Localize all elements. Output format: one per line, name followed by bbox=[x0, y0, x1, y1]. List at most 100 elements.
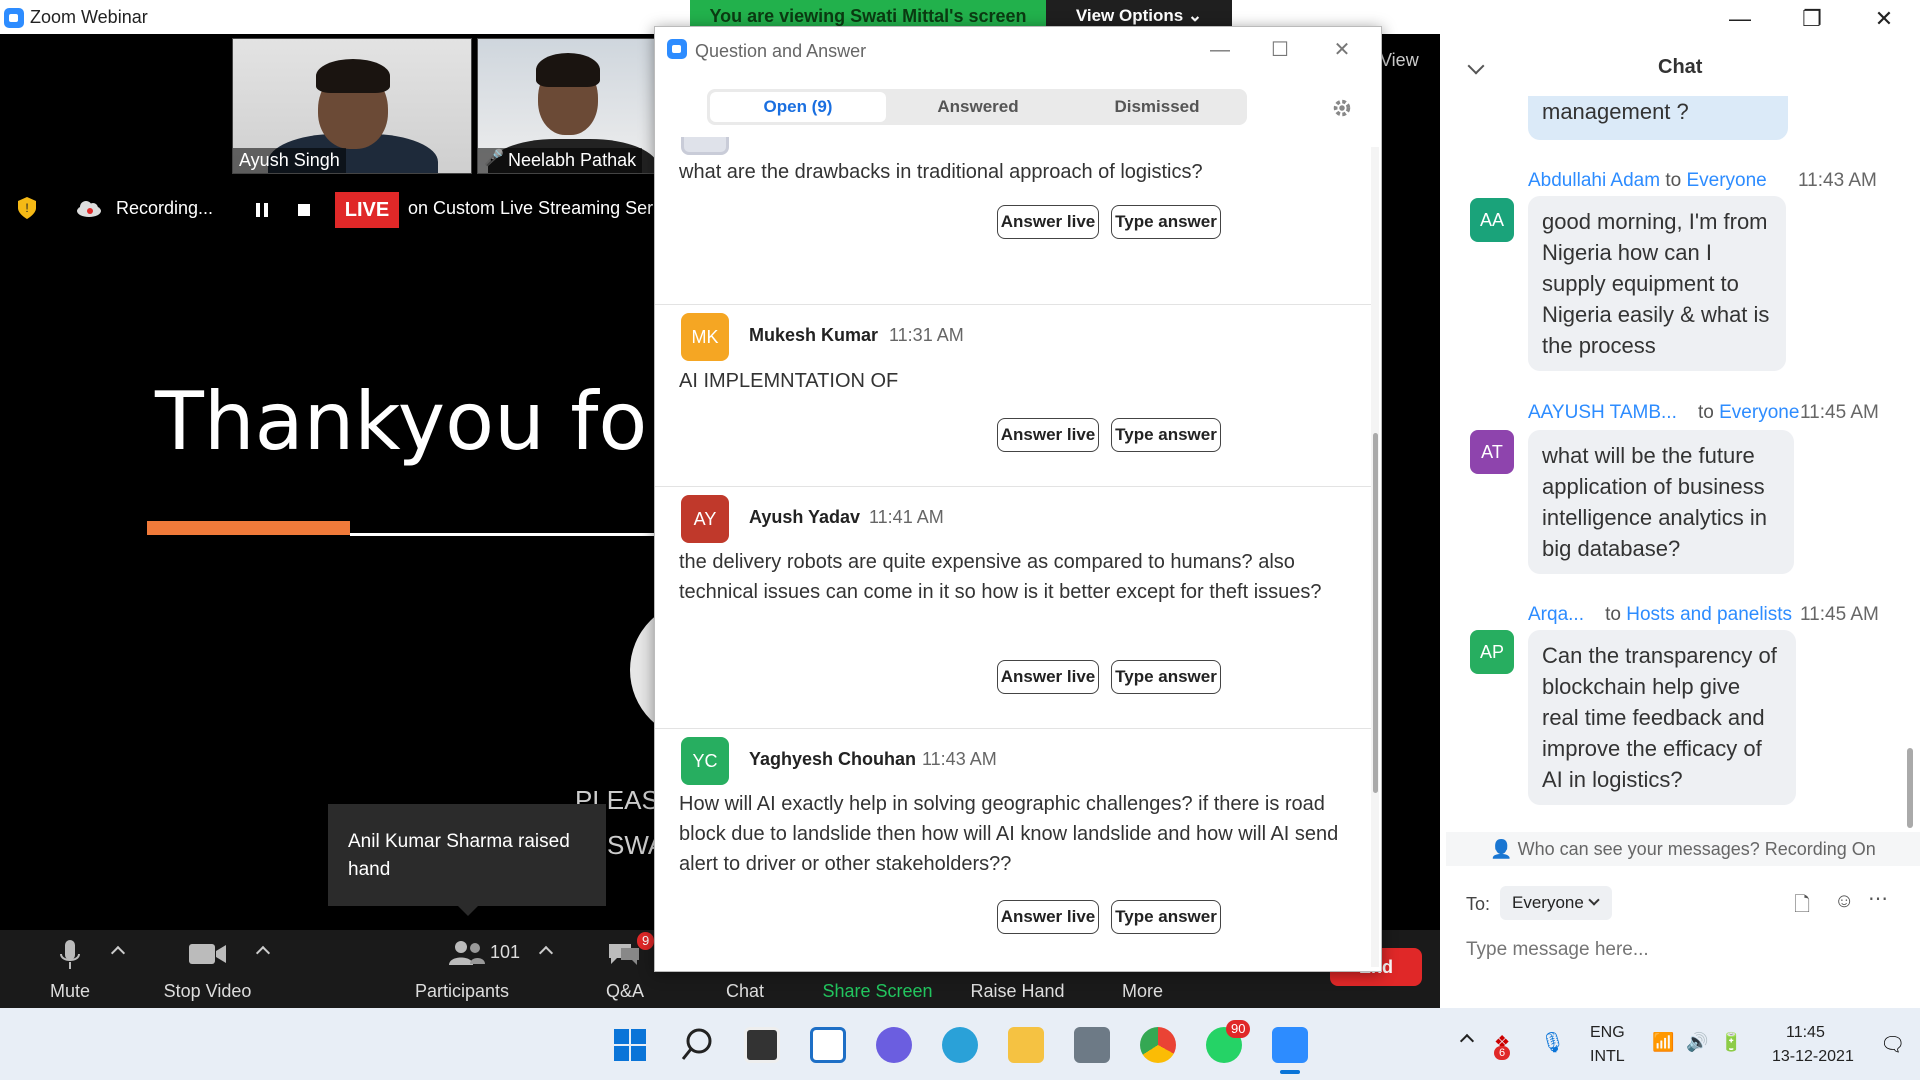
user-avatar bbox=[681, 137, 729, 155]
sender-name[interactable]: Arqa... bbox=[1528, 604, 1584, 625]
restore-icon[interactable]: ❐ bbox=[1792, 4, 1832, 34]
emoji-icon[interactable]: ☺ bbox=[1834, 890, 1854, 913]
chat-message-text: good morning, I'm from Nigeria how can I… bbox=[1542, 209, 1770, 358]
file-icon[interactable]: 🗋 bbox=[1794, 890, 1810, 924]
video-thumb-ayush-singh[interactable]: Ayush Singh bbox=[232, 38, 472, 174]
type-answer-button[interactable]: Type answer bbox=[1111, 900, 1221, 934]
question-author: Ayush Yadav bbox=[749, 507, 861, 527]
search-icon[interactable] bbox=[680, 1027, 714, 1063]
teams-chat-icon[interactable] bbox=[876, 1027, 912, 1063]
chat-label: Chat bbox=[725, 981, 765, 1001]
clock-time[interactable]: 11:45 bbox=[1786, 1024, 1825, 1042]
whatsapp-badge: 90 bbox=[1226, 1020, 1251, 1038]
answer-live-button[interactable]: Answer live bbox=[997, 900, 1099, 934]
who-can-see-text: Who can see your messages? Recording On bbox=[1517, 839, 1876, 859]
qa-window-title: Question and Answer bbox=[695, 41, 867, 61]
view-label: View bbox=[1380, 50, 1419, 70]
chrome-icon[interactable] bbox=[1140, 1027, 1176, 1063]
question-time: 11:41 AM bbox=[869, 507, 944, 527]
qa-badge: 9 bbox=[637, 932, 655, 950]
chevron-up-icon[interactable] bbox=[538, 945, 554, 961]
user-avatar: AA bbox=[1470, 198, 1514, 242]
file-explorer-icon[interactable] bbox=[1008, 1027, 1044, 1063]
clock-date[interactable]: 13-12-2021 bbox=[1772, 1048, 1854, 1066]
sender-name[interactable]: AAYUSH TAMB... bbox=[1528, 402, 1677, 423]
type-answer-button[interactable]: Type answer bbox=[1111, 418, 1221, 452]
raise-hand-notification: Anil Kumar Sharma raised hand bbox=[328, 804, 606, 916]
minimize-icon[interactable]: — bbox=[1207, 37, 1233, 63]
chat-message-text: management ? bbox=[1542, 99, 1689, 124]
answer-live-button[interactable]: Answer live bbox=[997, 205, 1099, 239]
qa-list: what are the drawbacks in traditional ap… bbox=[655, 137, 1371, 971]
qa-button[interactable]: 9 Q&A bbox=[585, 930, 665, 1008]
minimize-icon[interactable]: — bbox=[1720, 4, 1760, 34]
mute-label: Mute bbox=[49, 981, 91, 1001]
answer-live-button[interactable]: Answer live bbox=[997, 660, 1099, 694]
keyboard-layout[interactable]: INTL bbox=[1590, 1048, 1625, 1066]
answer-live-button[interactable]: Answer live bbox=[997, 418, 1099, 452]
question-text: the delivery robots are quite expensive … bbox=[679, 551, 1322, 603]
chat-message-text: what will be the future application of b… bbox=[1542, 443, 1768, 561]
stop-video-button[interactable]: Stop Video bbox=[150, 930, 265, 1008]
wifi-icon[interactable]: 📶 bbox=[1652, 1032, 1674, 1053]
notification-icon[interactable]: 🗨 bbox=[1880, 1032, 1905, 1057]
chat-header: Chat bbox=[1658, 56, 1703, 78]
live-badge[interactable]: LIVE bbox=[335, 192, 399, 228]
question-text: what are the drawbacks in traditional ap… bbox=[679, 161, 1203, 183]
close-icon[interactable]: ✕ bbox=[1864, 4, 1904, 34]
sender-name[interactable]: Abdullahi Adam bbox=[1528, 170, 1660, 191]
zoom-app-icon[interactable] bbox=[1272, 1027, 1308, 1063]
active-app-indicator bbox=[1280, 1070, 1300, 1074]
tab-open[interactable]: Open (9) bbox=[710, 92, 886, 122]
tab-dismissed[interactable]: Dismissed bbox=[1069, 92, 1245, 122]
qa-scrollbar-thumb[interactable] bbox=[1373, 433, 1378, 793]
slide-divider bbox=[350, 533, 665, 536]
participant-name: Ayush Singh bbox=[233, 148, 346, 173]
gear-icon[interactable] bbox=[1331, 97, 1353, 119]
chat-sender: Abdullahi Adam to Everyone bbox=[1528, 170, 1767, 192]
chat-time: 11:43 AM bbox=[1798, 170, 1877, 191]
qa-label: Q&A bbox=[605, 981, 644, 1001]
type-answer-button[interactable]: Type answer bbox=[1111, 205, 1221, 239]
chat-bubble: Can the transparency of blockchain help … bbox=[1528, 630, 1796, 805]
who-can-see-messages[interactable]: 👤 Who can see your messages? Recording O… bbox=[1446, 832, 1920, 866]
type-answer-button[interactable]: Type answer bbox=[1111, 660, 1221, 694]
stop-icon[interactable] bbox=[298, 204, 310, 216]
question-text: How will AI exactly help in solving geog… bbox=[679, 793, 1339, 875]
live-stream-label[interactable]: on Custom Live Streaming Ser bbox=[408, 198, 658, 219]
slide-accent-bar bbox=[147, 521, 350, 535]
volume-icon[interactable]: 🔊 bbox=[1686, 1032, 1708, 1053]
user-avatar: AT bbox=[1470, 430, 1514, 474]
raise-hand-label: Raise Hand bbox=[970, 981, 1065, 1001]
chat-sender: Arqa... to Hosts and panelists bbox=[1528, 604, 1792, 626]
chat-scrollbar-thumb[interactable] bbox=[1907, 748, 1913, 828]
mic-muted-icon: 🎤 bbox=[484, 150, 504, 167]
chat-time: 11:45 AM bbox=[1800, 402, 1879, 423]
qa-window: Question and Answer — ☐ ✕ Open (9) Answe… bbox=[654, 26, 1382, 972]
tab-answered[interactable]: Answered bbox=[890, 92, 1066, 122]
chat-bubble: management ? bbox=[1528, 96, 1788, 140]
video-thumb-neelabh-pathak[interactable]: Neelabh Pathak 🎤 bbox=[477, 38, 657, 174]
more-options-icon[interactable]: ⋯ bbox=[1868, 886, 1888, 911]
qa-tabs: Open (9) Answered Dismissed bbox=[707, 89, 1247, 125]
recipient-name: Everyone bbox=[1686, 170, 1767, 191]
maximize-icon[interactable]: ☐ bbox=[1267, 37, 1293, 63]
participants-button[interactable]: 101 Participants bbox=[400, 930, 530, 1008]
task-view-icon[interactable] bbox=[744, 1027, 780, 1063]
chevron-up-icon[interactable] bbox=[110, 945, 126, 961]
mute-button[interactable]: Mute bbox=[30, 930, 110, 1008]
chat-sender: AAYUSH TAMB... to Everyone bbox=[1528, 402, 1799, 424]
calculator-icon[interactable] bbox=[1074, 1027, 1110, 1063]
chat-message-input[interactable] bbox=[1466, 930, 1906, 970]
widgets-icon[interactable] bbox=[810, 1027, 846, 1063]
chat-bubble: what will be the future application of b… bbox=[1528, 430, 1794, 574]
telegram-icon[interactable] bbox=[942, 1027, 978, 1063]
tray-badge: 6 bbox=[1494, 1046, 1511, 1060]
microphone-icon[interactable]: 🎙 bbox=[1540, 1030, 1565, 1055]
close-icon[interactable]: ✕ bbox=[1329, 37, 1355, 63]
shield-icon[interactable]: ! bbox=[16, 196, 38, 220]
windows-start-icon[interactable] bbox=[612, 1027, 648, 1063]
pause-icon[interactable] bbox=[256, 203, 268, 217]
battery-icon[interactable]: 🔋 bbox=[1720, 1032, 1742, 1053]
language-code[interactable]: ENG bbox=[1590, 1024, 1625, 1042]
